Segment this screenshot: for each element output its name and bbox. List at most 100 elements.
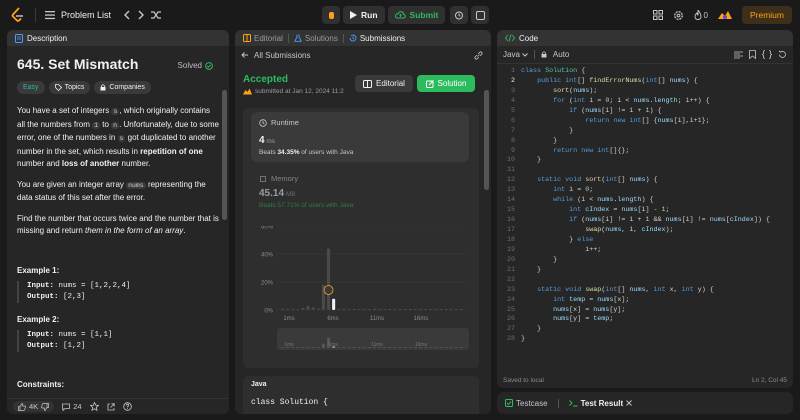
- code-line[interactable]: 12 static void sort(int[] nums) {: [497, 176, 793, 186]
- all-submissions-label: All Submissions: [254, 50, 311, 60]
- companies-chip[interactable]: Companies: [94, 81, 151, 94]
- code-line[interactable]: 1 class Solution {: [497, 67, 793, 77]
- memory-card[interactable]: Memory 45.14 MB Beats 57.71% of users wi…: [259, 174, 459, 209]
- chart-bar: [419, 309, 423, 310]
- chart-bar: [444, 309, 448, 310]
- code-line[interactable]: 23 static void swap(int[] nums, int x, i…: [497, 286, 793, 296]
- braces-icon[interactable]: [762, 50, 772, 59]
- solution-button[interactable]: Solution: [417, 75, 475, 92]
- document-icon: [15, 33, 23, 43]
- code-line[interactable]: 27 }: [497, 325, 793, 335]
- auto-complete-mode[interactable]: Auto: [553, 50, 569, 59]
- code-editor[interactable]: 1 class Solution {2 public int[] findErro…: [497, 64, 793, 345]
- comments-button[interactable]: 24: [62, 402, 82, 411]
- runtime-card[interactable]: Runtime 4 ms Beats 34.35% of users with …: [251, 112, 469, 162]
- x-tick-label: 11ms: [370, 316, 384, 322]
- code-line[interactable]: 6 return new int[] {nums[i],i+1};: [497, 117, 793, 127]
- leetcode-logo-icon[interactable]: [10, 7, 26, 23]
- code-line[interactable]: 11: [497, 166, 793, 176]
- code-line[interactable]: 14 while (i < nums.length) {: [497, 196, 793, 206]
- code-line[interactable]: 21 }: [497, 266, 793, 276]
- code-line[interactable]: 2 public int[] findErrorNums(int[] nums)…: [497, 77, 793, 87]
- x-tick-label: 1ms: [283, 316, 294, 322]
- streak-counter[interactable]: 0: [694, 10, 708, 20]
- chart-bar: [388, 309, 392, 310]
- settings-gear-icon[interactable]: [673, 10, 684, 21]
- code-line[interactable]: 10 }: [497, 156, 793, 166]
- code-panel: Code Java Auto 1 class Solution {2 public…: [497, 30, 793, 388]
- code-line[interactable]: 7 }: [497, 127, 793, 137]
- link-icon[interactable]: [474, 50, 483, 60]
- overview-bar: [393, 347, 397, 348]
- example-2-box: Input: nums = [1,1] Output: [1,2]: [17, 329, 219, 352]
- code-line[interactable]: 16 if (nums[i] != i + 1 && nums[i] != nu…: [497, 216, 793, 226]
- code-brackets-icon: [505, 34, 515, 42]
- submit-button[interactable]: Submit: [387, 6, 446, 24]
- code-line[interactable]: 20 }: [497, 256, 793, 266]
- star-icon[interactable]: [89, 402, 99, 411]
- list-icon[interactable]: [45, 10, 55, 20]
- code-line[interactable]: 5 if (nums[i] != i + 1) {: [497, 107, 793, 117]
- code-line[interactable]: 25 nums[x] = nums[y];: [497, 306, 793, 316]
- avatar[interactable]: [717, 10, 732, 20]
- code-line[interactable]: 28}: [497, 335, 793, 345]
- example-1-heading: Example 1:: [17, 265, 60, 275]
- reset-icon[interactable]: [778, 50, 787, 59]
- code-line[interactable]: 3 sort(nums);: [497, 87, 793, 97]
- overview-tick-label: 1ms: [284, 342, 294, 348]
- submissions-scrollbar[interactable]: [484, 90, 489, 190]
- premium-button[interactable]: Premium: [741, 6, 792, 24]
- tab-description[interactable]: Description: [27, 34, 67, 43]
- code-line[interactable]: 15 int cIndex = nums[i] - 1;: [497, 206, 793, 216]
- notes-button[interactable]: [471, 6, 490, 24]
- format-icon[interactable]: [734, 51, 743, 59]
- tab-test-result[interactable]: Test Result: [568, 399, 633, 408]
- difficulty-chip[interactable]: Easy: [17, 81, 45, 94]
- tab-testcase[interactable]: Testcase: [505, 399, 548, 408]
- code-line[interactable]: 26 nums[y] = temp;: [497, 315, 793, 325]
- prev-problem-icon[interactable]: [123, 10, 131, 20]
- overview-bar: [362, 347, 366, 348]
- code-line[interactable]: 19 i++;: [497, 246, 793, 256]
- code-line[interactable]: 9 return new int[]{};: [497, 147, 793, 157]
- shuffle-icon[interactable]: [151, 10, 162, 20]
- code-line[interactable]: 17 swap(nums, i, cIndex);: [497, 226, 793, 236]
- solved-label: Solved: [177, 61, 202, 70]
- tab-code[interactable]: Code: [519, 34, 538, 43]
- code-line[interactable]: 8 }: [497, 137, 793, 147]
- code-line[interactable]: 4 for (int i = 0; i < nums.length; i++) …: [497, 97, 793, 107]
- code-line[interactable]: 22: [497, 276, 793, 286]
- description-scrollbar[interactable]: [222, 90, 227, 220]
- x-tick-label: 6ms: [327, 316, 338, 322]
- share-icon[interactable]: [107, 402, 115, 411]
- next-problem-icon[interactable]: [137, 10, 145, 20]
- code-line[interactable]: 24 int temp = nums[x];: [497, 296, 793, 306]
- code-status-bar: Saved to local Ln 2, Col 45: [497, 372, 793, 388]
- tab-editorial[interactable]: Editorial: [243, 34, 283, 43]
- problem-list-link[interactable]: Problem List: [61, 10, 111, 20]
- chart-bar: [352, 309, 356, 310]
- topics-chip[interactable]: Topics: [48, 81, 91, 94]
- chart-bar: [378, 309, 382, 310]
- close-icon[interactable]: [626, 400, 632, 406]
- editorial-button[interactable]: Editorial: [355, 75, 413, 92]
- help-icon[interactable]: [122, 402, 132, 411]
- bookmark-icon[interactable]: [749, 50, 756, 59]
- runtime-distribution-chart[interactable]: 60% 40% 20% 0% 1ms 6ms 11ms 16ms 1ms 6ms 11ms 16ms: [249, 226, 475, 366]
- overview-bar: [352, 347, 356, 348]
- thumbs-down-icon[interactable]: [41, 402, 50, 411]
- overview-bar: [398, 347, 402, 348]
- layout-grid-icon[interactable]: [652, 10, 663, 20]
- all-submissions-link[interactable]: All Submissions: [235, 46, 491, 64]
- book-icon: [243, 34, 251, 42]
- tab-solutions[interactable]: Solutions: [293, 34, 338, 43]
- run-button[interactable]: Run: [343, 6, 385, 24]
- like-button[interactable]: 4K: [13, 401, 55, 412]
- language-select[interactable]: Java: [503, 50, 528, 59]
- checkbox-icon: [505, 399, 513, 407]
- timer-button[interactable]: [450, 6, 469, 24]
- debug-button[interactable]: [322, 6, 340, 24]
- tab-submissions[interactable]: Submissions: [349, 34, 405, 43]
- code-line[interactable]: 18 } else: [497, 236, 793, 246]
- code-line[interactable]: 13 int i = 0;: [497, 186, 793, 196]
